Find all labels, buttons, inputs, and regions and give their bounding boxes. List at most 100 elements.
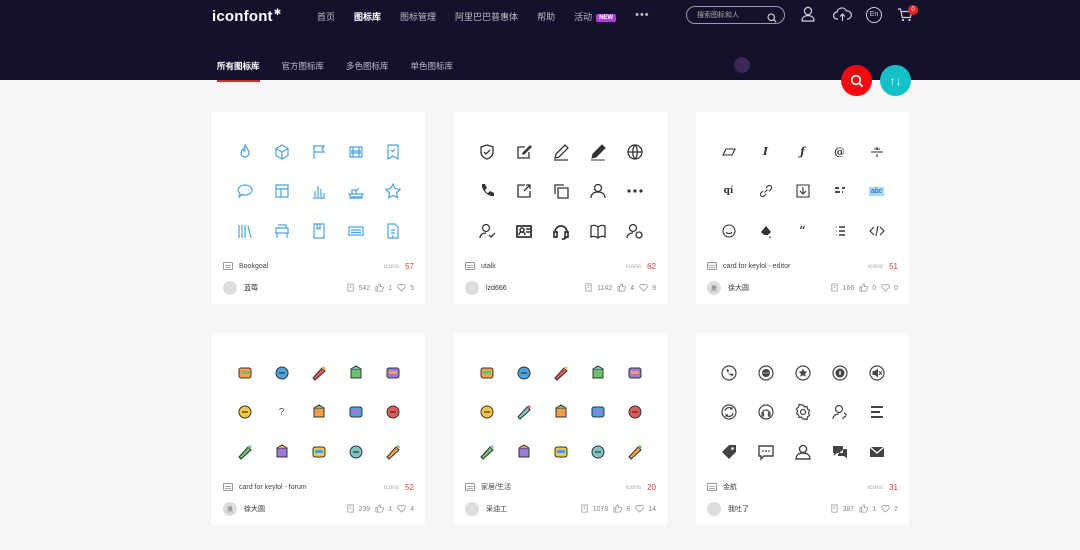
- headphones-icon: [747, 393, 784, 433]
- favorite-count[interactable]: 9: [639, 283, 656, 294]
- comments-icon: [821, 432, 858, 472]
- library-name[interactable]: utalk: [481, 263, 626, 270]
- heart-icon: [635, 504, 648, 515]
- favorite-count[interactable]: 0: [881, 283, 898, 294]
- search-icon: [850, 74, 863, 87]
- nav-home[interactable]: 首页: [317, 10, 335, 23]
- library-name[interactable]: card for keylol - editor: [723, 263, 868, 270]
- nav-activity[interactable]: 活动 NEW: [574, 10, 617, 23]
- user-avatar[interactable]: 黑: [707, 281, 721, 295]
- like-count[interactable]: 0: [859, 282, 877, 294]
- thumbs-up-icon: [613, 503, 626, 515]
- avatar[interactable]: [734, 57, 750, 73]
- chat-bubble-icon: [747, 432, 784, 472]
- favorite-count-value: 14: [648, 505, 656, 513]
- nav-icon-management[interactable]: 图标管理: [400, 10, 436, 23]
- view-icon: [346, 282, 359, 294]
- view-count: 387: [830, 503, 854, 515]
- library-name[interactable]: Bookgoal: [239, 263, 384, 270]
- username[interactable]: lzd666: [486, 285, 579, 292]
- like-count-value: 1: [388, 505, 393, 513]
- question-icon: ?: [278, 406, 285, 418]
- layers-icon: [337, 132, 374, 172]
- library-filter-tabs: 所有图标库 官方图标库 多色图标库 单色图标库: [217, 60, 475, 82]
- username[interactable]: 采油工: [486, 504, 575, 514]
- megaphone-icon: [374, 432, 411, 472]
- more-icon[interactable]: •••: [635, 9, 650, 21]
- photo-icon: [374, 393, 411, 433]
- iconfont-logo[interactable]: iconfont✱: [212, 7, 282, 25]
- view-count: 1078: [580, 503, 608, 515]
- tab-official-libraries[interactable]: 官方图标库: [282, 60, 325, 82]
- icon-preview-grid: [468, 132, 653, 251]
- favorite-count[interactable]: 4: [397, 504, 414, 515]
- document-icon: [374, 211, 411, 251]
- user-settings-icon: [616, 211, 653, 251]
- icon-preview-grid: Iƒ @ qí abc “: [710, 132, 895, 251]
- heart-icon: [639, 283, 652, 294]
- username[interactable]: 我吐了: [728, 504, 825, 514]
- folder-icon: [337, 393, 374, 433]
- icon-library-card[interactable]: Bookgoal icons 57 蓝莓 542 1 5: [212, 112, 425, 304]
- favorite-count[interactable]: 2: [881, 504, 898, 515]
- search-fab-button[interactable]: [841, 65, 872, 96]
- language-switch[interactable]: En: [866, 7, 882, 23]
- view-count-value: 239: [358, 505, 371, 513]
- user-icon[interactable]: [801, 6, 815, 27]
- user-avatar[interactable]: [223, 281, 237, 295]
- like-count-value: 0: [872, 284, 877, 292]
- library-name[interactable]: card for keylol - forum: [239, 484, 384, 491]
- hands-icon: [226, 393, 263, 433]
- printer-icon: [300, 393, 337, 433]
- icons-count: 57: [405, 261, 414, 271]
- icon-preview-grid: [468, 353, 653, 472]
- bin-icon: [579, 432, 616, 472]
- heart-icon: [881, 504, 894, 515]
- like-count[interactable]: 4: [617, 282, 634, 294]
- quote-icon: “: [799, 224, 806, 238]
- card-title-row: card for keylol - editor icons 51: [707, 260, 898, 272]
- username[interactable]: 徐大圆: [244, 504, 341, 514]
- like-count[interactable]: 1: [375, 503, 393, 515]
- cart-icon[interactable]: 0: [897, 5, 918, 27]
- user-avatar[interactable]: [707, 502, 721, 516]
- card-icon: [226, 353, 263, 393]
- favorite-count[interactable]: 14: [635, 504, 656, 515]
- icon-library-card[interactable]: Iƒ @ qí abc “ card for keylol - editor icons…: [696, 112, 909, 304]
- user-avatar[interactable]: [465, 502, 479, 516]
- icon-library-card[interactable]: ? card for keylol - forum icons 52 黑 徐大圆…: [212, 333, 425, 525]
- search-input[interactable]: [697, 9, 767, 21]
- tab-multicolor-libraries[interactable]: 多色图标库: [346, 60, 389, 82]
- nav-alibaba-font[interactable]: 阿里巴巴普惠体: [455, 10, 518, 23]
- view-count-value: 542: [358, 284, 371, 292]
- icon-library-card[interactable]: utalk icons 62 lzd666 1142 4 9: [454, 112, 667, 304]
- search-icon[interactable]: [767, 10, 777, 28]
- username[interactable]: 蓝莓: [244, 283, 341, 293]
- tab-all-libraries[interactable]: 所有图标库: [217, 60, 260, 82]
- favorite-count[interactable]: 5: [397, 283, 414, 294]
- like-count[interactable]: 1: [859, 503, 876, 515]
- sofa-icon: [263, 211, 300, 251]
- upload-cloud-icon[interactable]: [832, 7, 852, 27]
- favorite-count-value: 9: [652, 284, 656, 292]
- icon-library-card[interactable]: 金航 icons 31 我吐了 387 1 2: [696, 333, 909, 525]
- keyboard-icon: [337, 211, 374, 251]
- library-name[interactable]: 金航: [723, 482, 868, 492]
- username[interactable]: 徐大圆: [728, 283, 825, 293]
- tab-monochrome-libraries[interactable]: 单色图标库: [411, 60, 454, 82]
- nav-help[interactable]: 帮助: [537, 10, 555, 23]
- icon-library-card[interactable]: 家居/生活 icons 20 采油工 1078 8 14: [454, 333, 667, 525]
- card-title-row: card for keylol - forum icons 52: [223, 481, 414, 493]
- user-avatar[interactable]: [465, 281, 479, 295]
- sort-fab-button[interactable]: ↑↓: [880, 65, 911, 96]
- library-name[interactable]: 家居/生活: [481, 482, 626, 492]
- strikethrough-icon: [858, 132, 895, 172]
- menu-lines-icon: [858, 393, 895, 433]
- view-icon: [346, 503, 359, 515]
- cube-icon: [263, 132, 300, 172]
- sort-icon: ↑↓: [889, 73, 902, 88]
- user-avatar[interactable]: 黑: [223, 502, 237, 516]
- nav-icon-library[interactable]: 图标库: [354, 10, 381, 23]
- like-count[interactable]: 8: [613, 503, 630, 515]
- like-count[interactable]: 1: [375, 282, 392, 294]
